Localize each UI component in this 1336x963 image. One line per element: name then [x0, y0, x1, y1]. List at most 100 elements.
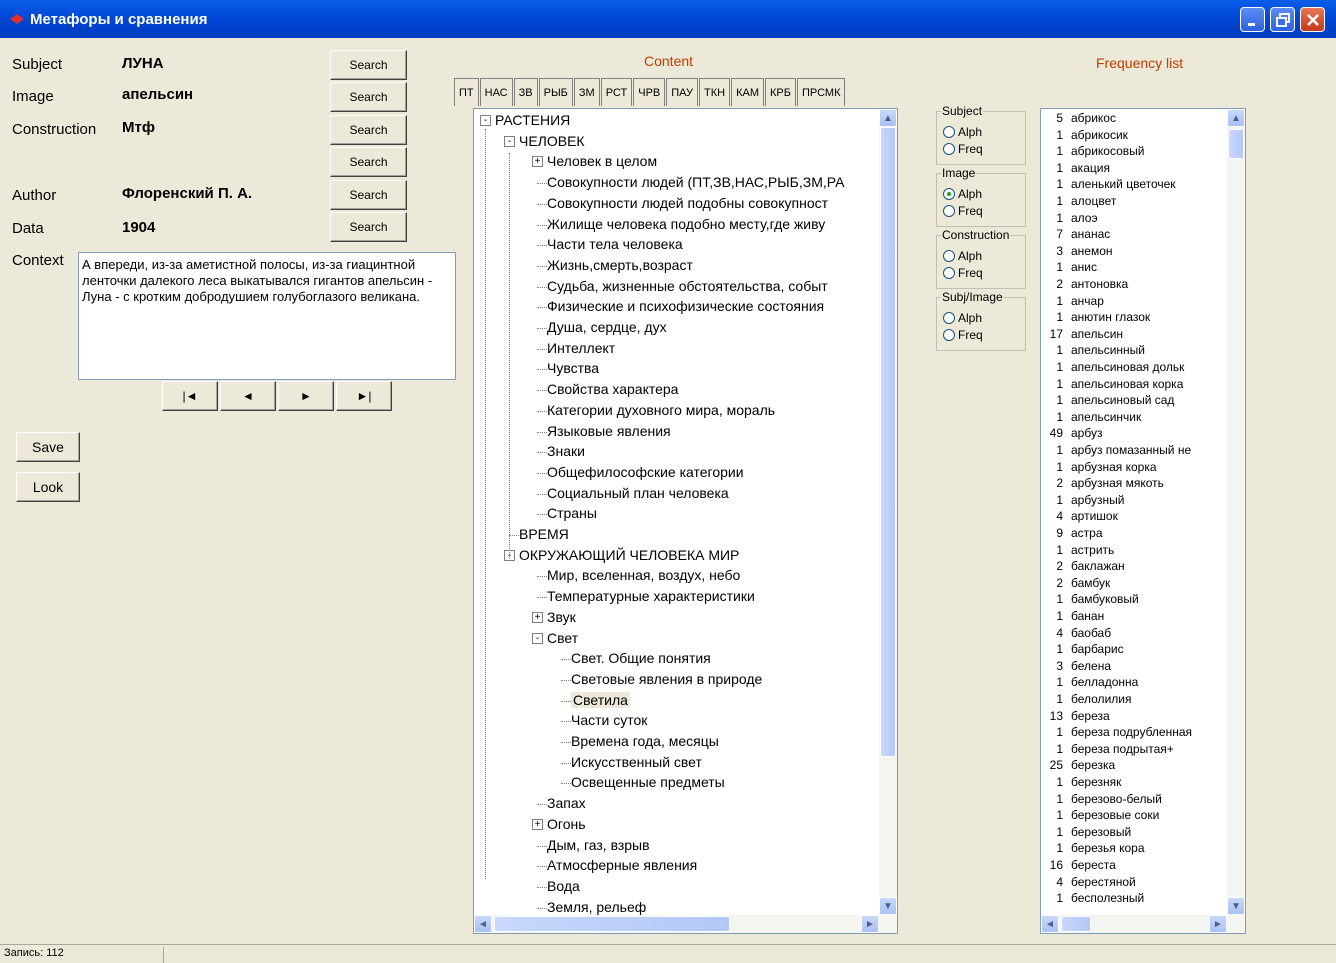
tab-6[interactable]: ЧРВ — [633, 78, 666, 106]
list-item[interactable]: 2 антоновка — [1045, 277, 1128, 293]
image-value[interactable]: апельсин — [122, 86, 193, 103]
list-item[interactable]: 1 алоцвет — [1045, 194, 1116, 210]
first-record-button[interactable]: |◄ — [162, 381, 218, 411]
tree-node[interactable]: ЧЕЛОВЕК — [519, 133, 585, 149]
look-button[interactable]: Look — [16, 472, 80, 502]
list-item[interactable]: 25 березка — [1045, 758, 1116, 774]
scroll-up-icon[interactable]: ▲ — [879, 109, 897, 127]
tree-node[interactable]: Общефилософские категории — [547, 464, 744, 480]
list-item[interactable]: 1 апельсинный — [1045, 343, 1145, 359]
scroll-left-icon[interactable]: ◄ — [474, 915, 492, 933]
frequency-list[interactable]: ▲ ▼ ◄ ► 5 абрикос 1 абрикосик 1 абрикосовый 1 а… — [1040, 108, 1246, 934]
tree-node[interactable]: Атмосферные явления — [547, 857, 697, 873]
author-value[interactable]: Флоренский П. А. — [122, 185, 252, 202]
tree-node[interactable]: Категории духовного мира, мораль — [547, 402, 775, 418]
radio-icon[interactable] — [943, 188, 955, 200]
tree-node[interactable]: ВРЕМЯ — [519, 526, 569, 542]
list-item[interactable]: 1 березья кора — [1045, 841, 1144, 857]
list-item[interactable]: 1 береза подрытая+ — [1045, 742, 1173, 758]
tree-node[interactable]: Дым, газ, взрыв — [547, 837, 650, 853]
freq-scroll-right-icon[interactable]: ► — [1209, 915, 1227, 933]
sort-radio[interactable]: Alph — [943, 187, 982, 201]
sort-radio[interactable]: Alph — [943, 125, 982, 139]
tree-node[interactable]: Запах — [547, 795, 586, 811]
previous-record-button[interactable]: ◄ — [220, 381, 276, 411]
list-item[interactable]: 17 апельсин — [1045, 327, 1123, 343]
tree-node[interactable]: Искусственный свет — [571, 754, 702, 770]
tree-node[interactable]: Интеллект — [547, 340, 615, 356]
list-item[interactable]: 7 ананас — [1045, 227, 1110, 243]
list-item[interactable]: 5 абрикос — [1045, 111, 1116, 127]
tree-node[interactable]: Температурные характеристики — [547, 588, 755, 604]
content-tree[interactable]: ▲ ▼ ◄ ► - РАСТЕНИЯ - ЧЕЛОВЕК + Человек в цело… — [473, 108, 898, 934]
tree-node[interactable]: Звук — [547, 609, 576, 625]
next-record-button[interactable]: ► — [278, 381, 334, 411]
list-item[interactable]: 1 абрикосовый — [1045, 144, 1144, 160]
radio-icon[interactable] — [943, 143, 955, 155]
search-construction-button[interactable]: Search — [330, 115, 407, 145]
freq-hscroll-thumb[interactable] — [1061, 916, 1091, 932]
list-item[interactable]: 1 аленький цветочек — [1045, 177, 1175, 193]
list-item[interactable]: 1 белладонна — [1045, 675, 1138, 691]
tree-node[interactable]: Свет — [547, 630, 578, 646]
list-item[interactable]: 1 барбарис — [1045, 642, 1123, 658]
tree-node[interactable]: Мир, вселенная, воздух, небо — [547, 567, 740, 583]
restore-button[interactable] — [1270, 7, 1295, 32]
tree-node[interactable]: Времена года, месяцы — [571, 733, 719, 749]
tree-node[interactable]: Языковые явления — [547, 423, 671, 439]
tree-vertical-scrollbar[interactable]: ▲ ▼ — [879, 109, 897, 915]
tree-hscroll-thumb[interactable] — [494, 916, 730, 932]
tree-node[interactable]: Части суток — [571, 712, 647, 728]
tab-0[interactable]: ПТ — [454, 78, 479, 106]
tab-1[interactable]: НАС — [479, 78, 513, 106]
sort-radio[interactable]: Alph — [943, 249, 982, 263]
save-button[interactable]: Save — [16, 432, 80, 462]
tree-node[interactable]: Световые явления в природе — [571, 671, 762, 687]
radio-icon[interactable] — [943, 267, 955, 279]
list-item[interactable]: 1 анис — [1045, 260, 1097, 276]
search-button[interactable]: Search — [330, 147, 407, 177]
list-item[interactable]: 13 береза — [1045, 709, 1110, 725]
list-item[interactable]: 2 баклажан — [1045, 559, 1124, 575]
tree-node[interactable]: Страны — [547, 505, 597, 521]
collapse-icon[interactable]: - — [504, 135, 515, 147]
freq-horizontal-scrollbar[interactable]: ◄ ► — [1041, 915, 1245, 933]
last-record-button[interactable]: ►| — [336, 381, 392, 411]
tree-node[interactable]: Части тела человека — [547, 236, 683, 252]
tab-8[interactable]: ТКН — [699, 78, 731, 106]
tab-5[interactable]: РСТ — [600, 78, 633, 106]
close-button[interactable] — [1300, 7, 1325, 32]
radio-icon[interactable] — [943, 205, 955, 217]
list-item[interactable]: 1 апельсинчик — [1045, 410, 1141, 426]
list-item[interactable]: 49 арбуз — [1045, 426, 1103, 442]
tree-scroll-thumb[interactable] — [880, 127, 896, 757]
radio-icon[interactable] — [943, 329, 955, 341]
tree-horizontal-scrollbar[interactable]: ◄ ► — [474, 915, 897, 933]
list-item[interactable]: 1 банан — [1045, 609, 1104, 625]
list-item[interactable]: 1 березовые соки — [1045, 808, 1159, 824]
scroll-down-icon[interactable]: ▼ — [879, 897, 897, 915]
collapse-icon[interactable]: - — [532, 632, 543, 644]
list-item[interactable]: 1 апельсиновая дольк — [1045, 360, 1184, 376]
tab-11[interactable]: ПРСМК — [796, 78, 846, 106]
list-item[interactable]: 1 астрить — [1045, 543, 1114, 559]
radio-icon[interactable] — [943, 312, 955, 324]
expand-icon[interactable]: + — [532, 818, 543, 830]
tree-node[interactable]: Совокупности людей подобны совокупност — [547, 195, 828, 211]
tab-3[interactable]: РЫБ — [538, 78, 573, 106]
freq-scroll-up-icon[interactable]: ▲ — [1227, 109, 1245, 127]
tree-node[interactable]: Душа, сердце, дух — [547, 319, 667, 335]
list-item[interactable]: 1 арбузная корка — [1045, 460, 1156, 476]
list-item[interactable]: 1 березово-белый — [1045, 792, 1161, 808]
subject-value[interactable]: ЛУНА — [122, 55, 164, 72]
list-item[interactable]: 1 арбуз помазанный не — [1045, 443, 1191, 459]
list-item[interactable]: 1 абрикосик — [1045, 128, 1128, 144]
freq-scroll-down-icon[interactable]: ▼ — [1227, 897, 1245, 915]
tree-node[interactable]: Свойства характера — [547, 381, 678, 397]
freq-vertical-scrollbar[interactable]: ▲ ▼ — [1227, 109, 1245, 915]
tree-node[interactable]: Знаки — [547, 443, 585, 459]
tree-node[interactable]: Человек в целом — [547, 153, 657, 169]
list-item[interactable]: 1 алоэ — [1045, 211, 1097, 227]
radio-icon[interactable] — [943, 250, 955, 262]
scroll-right-icon[interactable]: ► — [861, 915, 879, 933]
